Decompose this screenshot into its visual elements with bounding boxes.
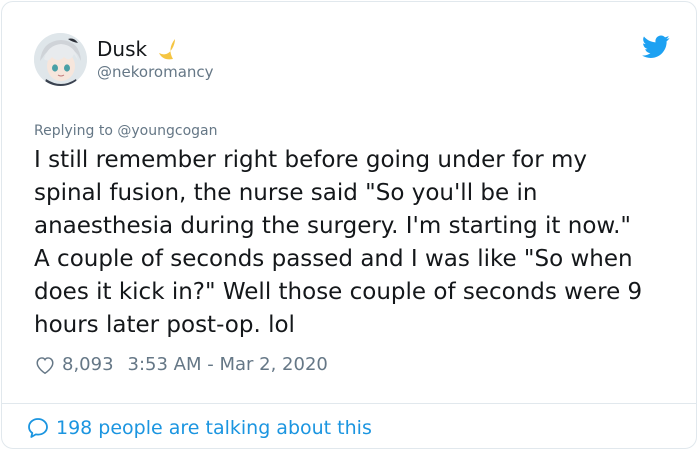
timestamp[interactable]: 3:53 AM - Mar 2, 2020 xyxy=(128,352,328,378)
crescent-moon-icon xyxy=(159,39,176,60)
like-count[interactable]: 8,093 xyxy=(62,352,114,378)
twitter-bird-icon[interactable] xyxy=(642,35,670,59)
replying-to-handle[interactable]: @youngcogan xyxy=(117,123,217,139)
tweet-meta: 8,093 3:53 AM - Mar 2, 2020 xyxy=(34,352,328,378)
talking-text[interactable]: 198 people are talking about this xyxy=(56,414,372,442)
heart-icon[interactable] xyxy=(34,354,56,376)
replying-to: Replying to @youngcogan xyxy=(34,123,217,139)
divider xyxy=(2,403,696,404)
avatar-image xyxy=(34,33,87,86)
avatar[interactable] xyxy=(34,33,87,86)
talking-link[interactable]: 198 people are talking about this xyxy=(26,414,372,442)
display-name[interactable]: Dusk xyxy=(97,35,183,63)
tweet-text: I still remember right before going unde… xyxy=(34,147,643,338)
speech-bubble-icon xyxy=(28,418,48,438)
replying-to-prefix: Replying to xyxy=(34,123,118,139)
user-handle[interactable]: @nekoromancy xyxy=(97,63,214,81)
display-name-text[interactable]: Dusk xyxy=(97,37,147,61)
tweet-card: Dusk @nekoromancy Replying to @youngcoga… xyxy=(1,1,697,449)
